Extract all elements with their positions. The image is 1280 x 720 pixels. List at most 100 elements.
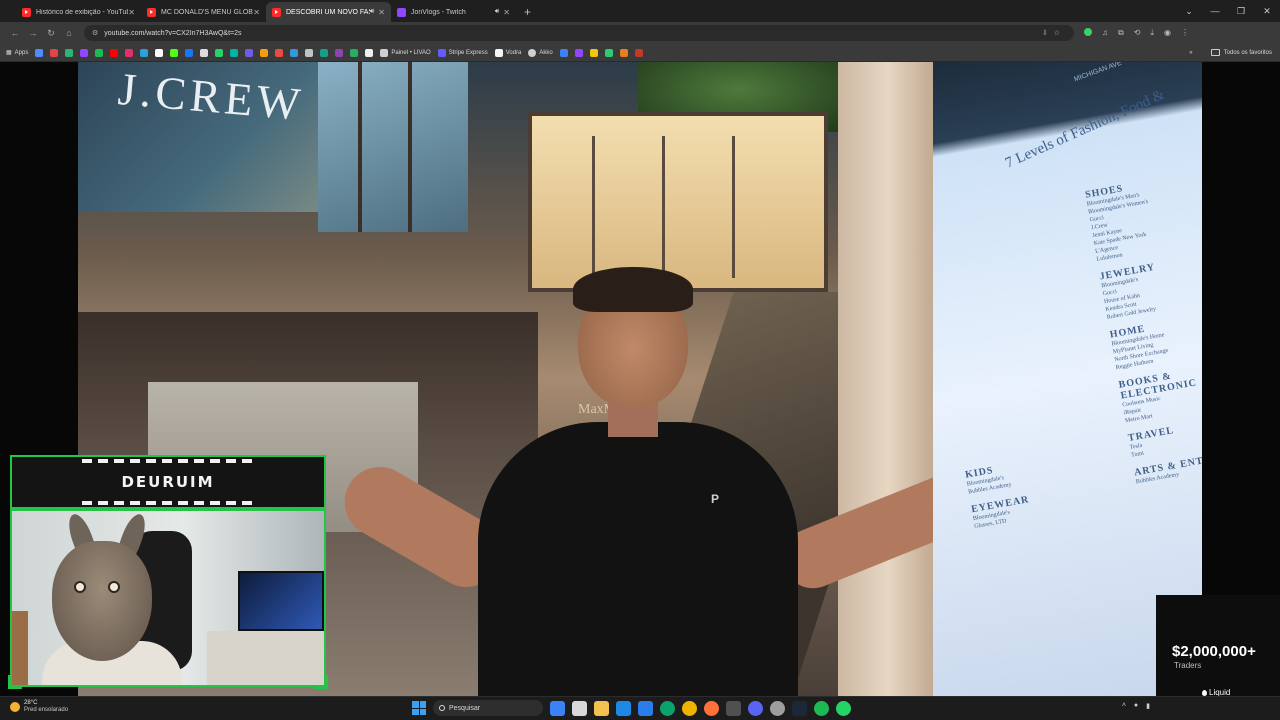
extensions-icon[interactable]: ⧉ <box>1118 28 1124 38</box>
bookmark-icon-6[interactable] <box>110 48 119 57</box>
bookmark-icon-10[interactable] <box>170 48 179 57</box>
bookmark-icon-15[interactable] <box>245 48 254 57</box>
home-icon[interactable]: ⌂ <box>60 28 78 38</box>
close-window-icon[interactable]: ✕ <box>1254 6 1280 17</box>
bookmark-apps[interactable]: ▦ Apps <box>6 49 28 57</box>
calculator-icon[interactable] <box>726 700 741 716</box>
sponsored-ad[interactable]: $2,000,000+ Traders Liquid <box>1156 595 1280 696</box>
bookmark-icon-3[interactable] <box>65 48 74 57</box>
extension-status-icon[interactable] <box>1084 28 1092 36</box>
whatsapp-icon[interactable] <box>836 700 851 716</box>
taskbar-apps: Pesquisar <box>412 700 851 716</box>
taskbar-search[interactable]: Pesquisar <box>433 700 543 716</box>
history-icon[interactable]: ⟲ <box>1134 28 1141 38</box>
battery-icon[interactable]: ▮ <box>1146 702 1150 710</box>
site-info-icon[interactable]: ⚙ <box>92 29 98 37</box>
speaker-icon[interactable]: 🔊︎ <box>495 8 499 16</box>
bookmark-icon-17[interactable] <box>275 48 284 57</box>
task-view-icon[interactable] <box>572 700 587 716</box>
all-bookmarks-button[interactable]: » Todos os favoritos <box>1189 49 1272 56</box>
bookmark-icon-25[interactable] <box>574 48 583 57</box>
tab-title: DESCOBRI UM NOVO FAST FOOD <box>286 8 370 16</box>
bookmark-icon-14[interactable] <box>230 48 239 57</box>
tab-title: JonVlogs - Twitch <box>411 8 466 16</box>
bookmark-icon-2[interactable] <box>50 48 59 57</box>
tray-app-icon[interactable]: ● <box>1134 702 1138 710</box>
media-icon[interactable]: ♫ <box>1102 28 1108 38</box>
globe-icon <box>528 48 537 57</box>
bookmark-icon-4[interactable] <box>80 48 89 57</box>
chevron-up-icon[interactable]: ˄ <box>1122 702 1126 710</box>
store-icon[interactable] <box>638 700 653 716</box>
bookmark-icon-24[interactable] <box>559 48 568 57</box>
tab-history[interactable]: Histórico de exibição - YouTube ✕ <box>16 2 141 22</box>
new-tab-button[interactable]: + <box>516 5 539 22</box>
discord-icon[interactable] <box>748 700 763 716</box>
tab-mcdonalds[interactable]: MC DONALD'S MENU GLOBAL ✕ <box>141 2 266 22</box>
weather-widget[interactable]: 28°C Pred ensolarado <box>10 700 68 714</box>
bookmark-icon-13[interactable] <box>215 48 224 57</box>
ad-brand: Liquid <box>1202 688 1230 696</box>
speaker-icon[interactable]: 🔊︎ <box>370 8 374 16</box>
address-bar[interactable]: ⚙ youtube.com/watch?v=CX2In7H3AwQ&t=2s ⇩… <box>84 25 1074 41</box>
bookmark-icon-22[interactable] <box>350 48 359 57</box>
windows-start-icon[interactable] <box>412 701 426 715</box>
bookmark-icon-5[interactable] <box>95 48 104 57</box>
bookmark-star-icon[interactable]: ☆ <box>1054 30 1066 37</box>
bookmark-icon-16[interactable] <box>260 48 269 57</box>
video-player[interactable]: J.CREW MaxM P MICHIGAN AVE 7 Levels of F… <box>0 62 1280 696</box>
close-icon[interactable]: ✕ <box>253 8 260 17</box>
maximize-icon[interactable]: ❐ <box>1228 6 1254 17</box>
close-icon[interactable]: ✕ <box>378 8 385 17</box>
tab-twitch[interactable]: JonVlogs - Twitch 🔊︎ ✕ <box>391 2 516 22</box>
window-controls: ⌄ — ❐ ✕ <box>1176 0 1280 22</box>
bookmark-icon-1[interactable] <box>35 48 44 57</box>
bookmark-icon-8[interactable] <box>140 48 149 57</box>
reload-icon[interactable]: ↻ <box>42 28 60 39</box>
profile-icon[interactable]: ◉ <box>1164 28 1171 38</box>
minimize-icon[interactable]: — <box>1202 6 1228 16</box>
directory-column: KIDS Bloomingdale's Bubbles Academy EYEW… <box>963 452 1033 531</box>
chevron-right-icon: » <box>1189 49 1193 56</box>
download-icon[interactable]: ⤓ <box>1150 28 1154 38</box>
obs-icon[interactable] <box>770 700 785 716</box>
bookmark-favicon <box>245 48 254 57</box>
bookmark-icon-26[interactable] <box>589 48 598 57</box>
bookmark-icon-20[interactable] <box>320 48 329 57</box>
chrome-icon[interactable] <box>682 700 697 716</box>
bookmark-icon-27[interactable] <box>604 48 613 57</box>
bookmark-painel[interactable]: Painel • LIVAO <box>380 48 431 57</box>
menu-icon[interactable]: ⋮ <box>1181 28 1189 38</box>
close-icon[interactable]: ✕ <box>503 8 510 17</box>
bookmark-favicon <box>185 48 194 57</box>
mail-icon[interactable] <box>616 700 631 716</box>
forward-icon[interactable]: → <box>24 28 42 38</box>
bookmark-icon-29[interactable] <box>634 48 643 57</box>
firefox-icon[interactable] <box>704 700 719 716</box>
bookmark-icon-28[interactable] <box>619 48 628 57</box>
back-icon[interactable]: ← <box>6 28 24 38</box>
steam-icon[interactable] <box>792 700 807 716</box>
copilot-icon[interactable] <box>550 700 565 716</box>
edge-icon[interactable] <box>660 700 675 716</box>
bookmark-icon-12[interactable] <box>200 48 209 57</box>
bookmark-icon-7[interactable] <box>125 48 134 57</box>
bookmark-vodra[interactable]: Vodra <box>494 48 521 57</box>
bookmark-icon-19[interactable] <box>305 48 314 57</box>
chevron-down-icon[interactable]: ⌄ <box>1176 6 1202 17</box>
bookmark-icon-21[interactable] <box>335 48 344 57</box>
spotify-icon[interactable] <box>814 700 829 716</box>
tab-fast-food[interactable]: DESCOBRI UM NOVO FAST FOOD 🔊︎ ✕ <box>266 2 391 22</box>
bookmark-icon-9[interactable] <box>155 48 164 57</box>
bookmark-icon-23[interactable] <box>365 48 374 57</box>
bookmark-icon-18[interactable] <box>290 48 299 57</box>
bookmark-favicon <box>335 48 344 57</box>
file-explorer-icon[interactable] <box>594 700 609 716</box>
bookmark-stripe[interactable]: Stripe Express <box>437 48 488 57</box>
bookmark-icon-11[interactable] <box>185 48 194 57</box>
install-icon[interactable]: ⇩ <box>1042 30 1054 37</box>
bookmark-akko[interactable]: Akko <box>528 48 553 57</box>
bookmark-favicon <box>125 48 134 57</box>
address-url[interactable]: youtube.com/watch?v=CX2In7H3AwQ&t=2s <box>104 30 1042 37</box>
close-icon[interactable]: ✕ <box>128 8 135 17</box>
